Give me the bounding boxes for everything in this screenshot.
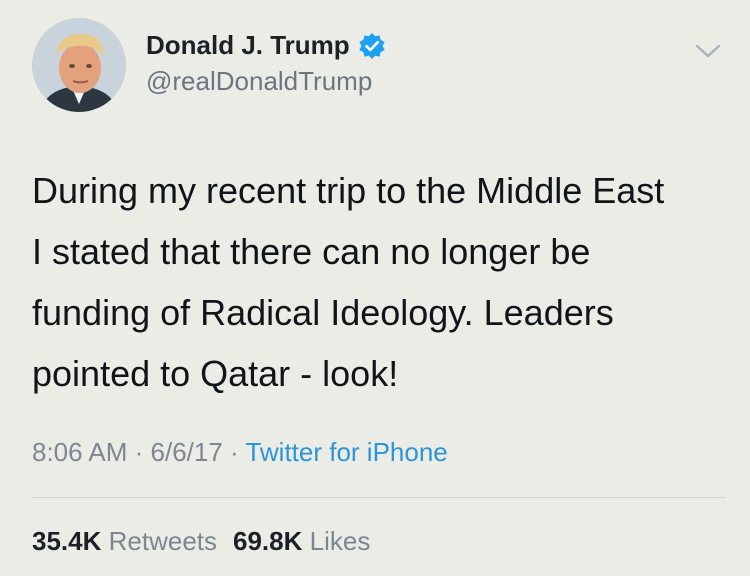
likes-stat[interactable]: 69.8K Likes	[233, 526, 370, 556]
display-name[interactable]: Donald J. Trump	[146, 30, 350, 61]
tweet-text: During my recent trip to the Middle East…	[32, 160, 732, 404]
divider	[32, 497, 726, 498]
profile-avatar[interactable]	[32, 18, 126, 112]
tweet-metadata: 8:06 AM · 6/6/17 · Twitter for iPhone	[32, 437, 448, 468]
avatar-image	[32, 18, 126, 112]
chevron-down-icon[interactable]	[694, 42, 722, 60]
tweet-source-link[interactable]: Twitter for iPhone	[245, 437, 447, 467]
retweets-label: Retweets	[108, 526, 218, 556]
tweet-line: funding of Radical Ideology. Leaders	[32, 292, 614, 333]
tweet-line: pointed to Qatar - look!	[32, 353, 399, 394]
account-handle[interactable]: @realDonaldTrump	[146, 66, 372, 97]
tweet-line: During my recent trip to the Middle East	[32, 170, 665, 211]
tweet-line: I stated that there can no longer be	[32, 231, 591, 272]
retweets-stat[interactable]: 35.4K Retweets	[32, 526, 217, 556]
likes-count: 69.8K	[233, 526, 303, 556]
meta-separator: ·	[127, 437, 151, 467]
retweets-count: 35.4K	[32, 526, 102, 556]
tweet-time: 8:06 AM	[32, 437, 128, 467]
tweet-stats: 35.4K Retweets 69.8K Likes	[32, 526, 370, 557]
verified-badge-icon	[358, 32, 386, 60]
likes-label: Likes	[309, 526, 371, 556]
tweet-date: 6/6/17	[150, 437, 223, 467]
meta-separator: ·	[222, 437, 246, 467]
author-name-row[interactable]: Donald J. Trump	[146, 30, 386, 61]
